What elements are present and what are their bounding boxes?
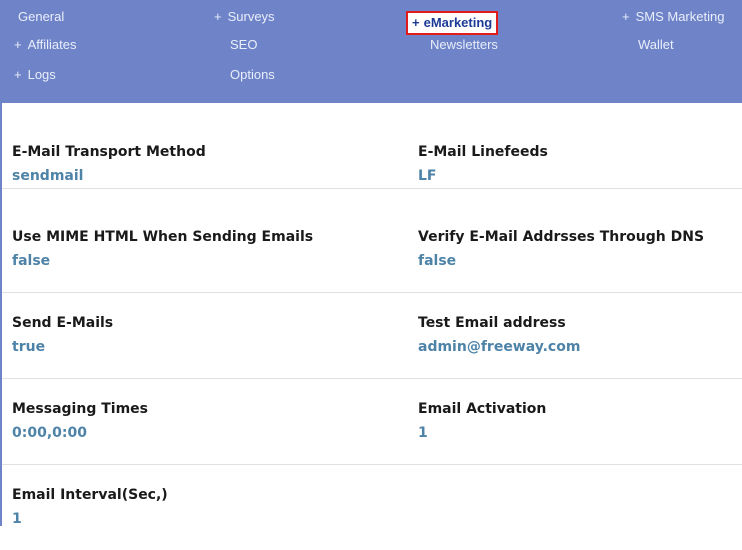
setting-mime-html: Use MIME HTML When Sending Emails false [12, 229, 313, 269]
setting-send-emails: Send E-Mails true [12, 315, 113, 355]
nav-tab-label: Options [230, 67, 275, 82]
nav-tab-newsletters[interactable]: Newsletters [430, 34, 498, 56]
nav-tab-label: SEO [230, 37, 258, 52]
settings-nav: General + Surveys + eMarketing + SMS Market… [2, 0, 742, 103]
nav-tab-options[interactable]: Options [230, 64, 275, 86]
nav-tab-surveys[interactable]: + Surveys [214, 6, 275, 28]
setting-label: Messaging Times [12, 401, 148, 417]
expand-plus-icon: + [14, 67, 22, 82]
nav-tab-general[interactable]: General [18, 6, 64, 28]
nav-tab-seo[interactable]: SEO [230, 34, 257, 56]
nav-tab-label: eMarketing [423, 15, 493, 30]
nav-tab-label: Newsletters [430, 37, 498, 52]
setting-value[interactable]: 1 [418, 425, 546, 441]
setting-label: E-Mail Transport Method [12, 144, 206, 160]
expand-plus-icon: + [14, 37, 22, 52]
setting-test-email: Test Email address admin@freeway.com [418, 315, 580, 355]
settings-row: Use MIME HTML When Sending Emails false … [2, 207, 742, 293]
setting-messaging-times: Messaging Times 0:00,0:00 [12, 401, 148, 441]
setting-label: E-Mail Linefeeds [418, 144, 548, 160]
settings-row: Messaging Times 0:00,0:00 Email Activati… [2, 379, 742, 465]
setting-linefeeds: E-Mail Linefeeds LF [418, 144, 548, 184]
setting-email-interval: Email Interval(Sec,) 1 [12, 487, 168, 527]
nav-tab-label: SMS Marketing [635, 9, 725, 24]
setting-label: Test Email address [418, 315, 566, 331]
settings-row: Email Interval(Sec,) 1 [2, 465, 742, 550]
settings-row: Send E-Mails true Test Email address adm… [2, 293, 742, 379]
expand-plus-icon: + [622, 9, 630, 24]
setting-label: Email Activation [418, 401, 547, 417]
setting-label: Send E-Mails [12, 315, 114, 331]
nav-tab-label: General [18, 9, 65, 24]
setting-value[interactable]: LF [418, 168, 548, 184]
setting-label: Verify E-Mail Addrsses Through DNS [418, 229, 705, 245]
settings-content: E-Mail Transport Method sendmail E-Mail … [2, 103, 742, 527]
nav-tab-wallet[interactable]: Wallet [638, 34, 674, 56]
settings-row: E-Mail Transport Method sendmail E-Mail … [2, 103, 742, 189]
setting-value[interactable]: 1 [12, 511, 168, 527]
setting-value[interactable]: sendmail [12, 168, 206, 184]
expand-plus-icon: + [214, 9, 222, 24]
expand-plus-icon: + [412, 15, 420, 30]
nav-tab-label: Affiliates [27, 37, 77, 52]
setting-value[interactable]: true [12, 339, 113, 355]
nav-tab-label: Logs [27, 67, 56, 82]
setting-value[interactable]: false [418, 253, 704, 269]
setting-email-activation: Email Activation 1 [418, 401, 546, 441]
setting-label: Use MIME HTML When Sending Emails [12, 229, 314, 245]
setting-label: Email Interval(Sec,) [12, 487, 168, 503]
setting-value[interactable]: admin@freeway.com [418, 339, 580, 355]
nav-tab-emarketing[interactable]: + eMarketing [406, 11, 499, 35]
setting-verify-dns: Verify E-Mail Addrsses Through DNS false [418, 229, 704, 269]
nav-tab-label: Wallet [638, 37, 674, 52]
nav-tab-affiliates[interactable]: + Affiliates [14, 34, 77, 56]
setting-value[interactable]: false [12, 253, 313, 269]
nav-tab-label: Surveys [227, 9, 275, 24]
nav-tab-sms-marketing[interactable]: + SMS Marketing [622, 6, 724, 28]
setting-transport-method: E-Mail Transport Method sendmail [12, 144, 206, 184]
nav-tab-logs[interactable]: + Logs [14, 64, 56, 86]
setting-value[interactable]: 0:00,0:00 [12, 425, 148, 441]
